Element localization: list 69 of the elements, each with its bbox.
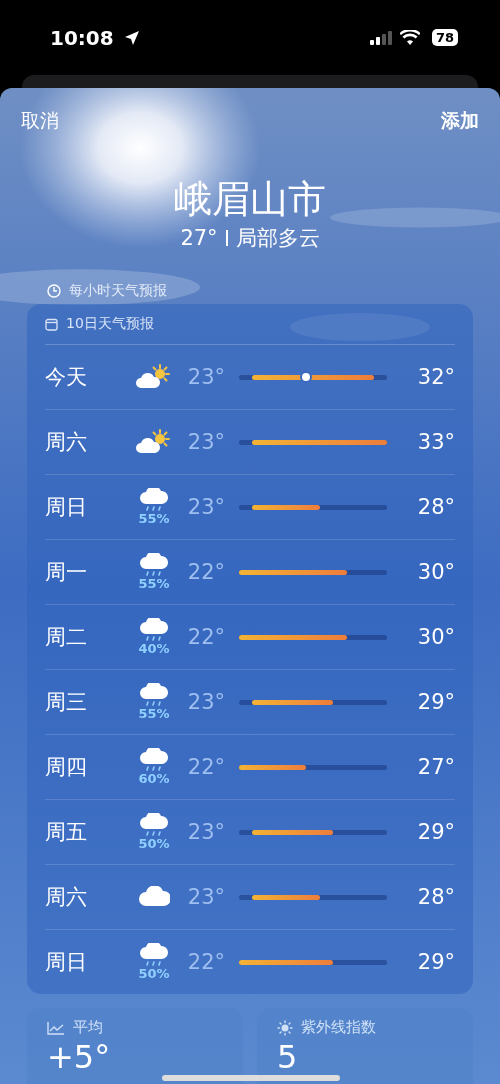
location-arrow-icon [123, 29, 140, 46]
high-temperature: 32° [416, 365, 455, 389]
temperature-range-fill [239, 764, 307, 770]
battery-indicator: 78 [431, 29, 458, 46]
low-temperature: 22° [186, 625, 226, 649]
high-temperature: 29° [416, 690, 455, 714]
high-temperature: 29° [416, 820, 455, 844]
low-temperature: 23° [186, 430, 226, 454]
hourly-forecast-title: 每小时天气预报 [69, 282, 167, 300]
low-temperature: 22° [186, 755, 226, 779]
forecast-title: 10日天气预报 [66, 315, 154, 333]
low-temperature: 22° [186, 950, 226, 974]
rain-cloud-icon [139, 488, 169, 512]
rain-cloud-icon [139, 683, 169, 707]
weather-condition: 局部多云 [235, 225, 320, 252]
day-label: 周日 [45, 494, 88, 521]
status-time: 10:08 [50, 25, 114, 50]
rain-cloud-icon [139, 618, 169, 642]
precipitation-chance: 55% [138, 512, 170, 526]
precipitation-chance: 60% [138, 772, 170, 786]
high-temperature: 33° [416, 430, 455, 454]
temperature-range-fill [252, 894, 320, 900]
signal-icon [369, 30, 392, 45]
add-button[interactable]: 添加 [441, 108, 479, 134]
tile-title: 紫外线指数 [301, 1018, 376, 1037]
rain-cloud-icon [139, 748, 169, 772]
tile-value: 5 [277, 1039, 299, 1075]
temperature-range-fill [252, 504, 320, 510]
sun-icon [277, 1019, 293, 1036]
cancel-button[interactable]: 取消 [21, 108, 59, 134]
high-temperature: 30° [416, 560, 455, 584]
low-temperature: 23° [186, 885, 226, 909]
high-temperature: 28° [416, 495, 455, 519]
low-temperature: 23° [186, 365, 226, 389]
day-label: 周六 [45, 429, 88, 456]
precipitation-chance: 50% [138, 837, 170, 851]
city-name: 峨眉山市 [173, 176, 327, 222]
clock-icon [47, 284, 61, 298]
cloud-icon [138, 886, 170, 908]
precipitation-chance: 55% [138, 577, 170, 591]
day-label: 今天 [45, 364, 88, 391]
low-temperature: 23° [186, 690, 226, 714]
rain-cloud-icon [139, 553, 169, 577]
high-temperature: 27° [416, 755, 455, 779]
precipitation-chance: 55% [138, 707, 170, 721]
day-label: 周四 [45, 754, 88, 781]
calendar-icon [45, 317, 58, 331]
trend-chart-icon [47, 1020, 65, 1035]
high-temperature: 29° [416, 950, 455, 974]
wifi-icon [399, 30, 420, 45]
tile-value: +5° [47, 1039, 112, 1075]
low-temperature: 23° [186, 820, 226, 844]
tile-title: 平均 [73, 1018, 103, 1037]
precipitation-chance: 40% [138, 642, 170, 656]
current-temperature: 27° [180, 226, 218, 250]
precipitation-chance: 50% [138, 967, 170, 981]
day-label: 周二 [45, 624, 88, 651]
day-label: 周日 [45, 949, 88, 976]
high-temperature: 30° [416, 625, 455, 649]
day-label: 周五 [45, 819, 88, 846]
rain-cloud-icon [139, 943, 169, 967]
low-temperature: 22° [186, 560, 226, 584]
low-temperature: 23° [186, 495, 226, 519]
rain-cloud-icon [139, 813, 169, 837]
day-label: 周三 [45, 689, 88, 716]
day-label: 周六 [45, 884, 88, 911]
current-temperature-dot [302, 372, 311, 381]
day-label: 周一 [45, 559, 88, 586]
high-temperature: 28° [416, 885, 455, 909]
